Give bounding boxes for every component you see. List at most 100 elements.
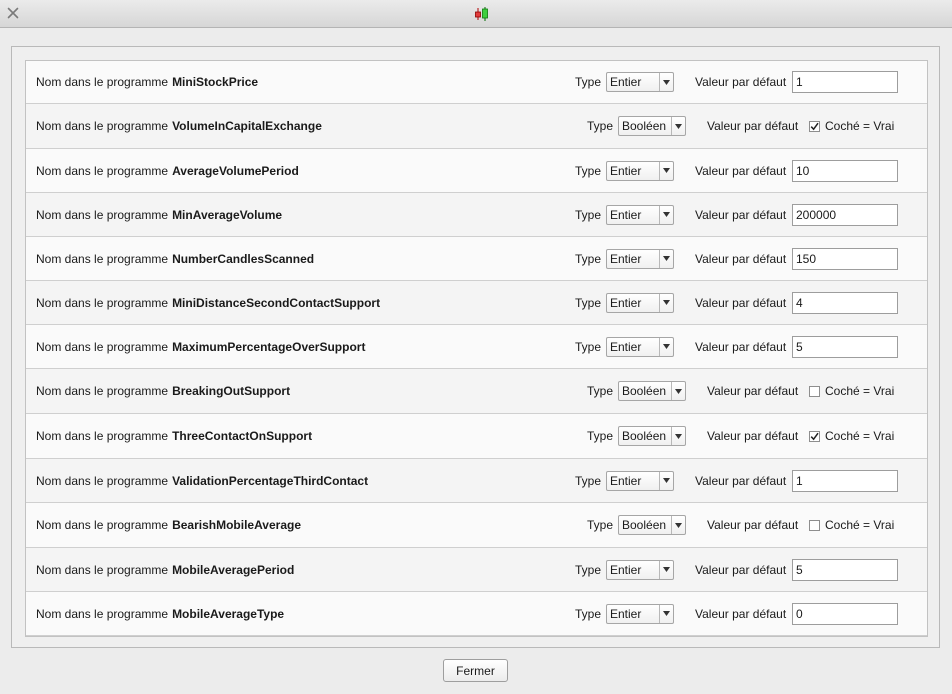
type-select-value: Entier — [610, 339, 642, 354]
type-label: Type — [575, 473, 602, 488]
name-prefix-label: Nom dans le programme — [36, 562, 169, 577]
chevron-down-icon[interactable] — [659, 161, 673, 180]
type-select[interactable]: Booléen — [618, 116, 686, 136]
type-select[interactable]: Entier — [606, 72, 674, 92]
type-label: Type — [587, 119, 614, 133]
parameter-name: Nom dans le programme AverageVolumePeriod — [36, 149, 299, 192]
type-select[interactable]: Entier — [606, 603, 674, 624]
default-value-checkbox-group: Coché = Vrai — [809, 104, 894, 148]
type-label: Type — [575, 606, 602, 621]
default-value-input[interactable] — [792, 335, 898, 358]
type-label: Type — [575, 251, 602, 266]
default-value-input[interactable] — [792, 159, 898, 182]
default-value-label: Valeur par défaut — [707, 518, 799, 532]
type-select[interactable]: Entier — [606, 248, 674, 269]
parameter-name: Nom dans le programme ThreeContactOnSuppo… — [36, 414, 312, 458]
checkmark-icon — [810, 122, 819, 130]
chevron-down-icon[interactable] — [659, 471, 673, 490]
candlestick-icon — [474, 6, 490, 22]
parameter-row: Nom dans le programme MiniStockPrice Type E… — [26, 61, 927, 104]
default-value-checkbox-group: Coché = Vrai — [809, 414, 894, 458]
variable-name: AverageVolumePeriod — [172, 163, 299, 178]
parameter-row: Nom dans le programme MaximumPercentageOv… — [26, 325, 927, 369]
type-select-value: Entier — [610, 207, 642, 222]
type-select[interactable]: Booléen — [618, 515, 686, 535]
parameter-row: Nom dans le programme VolumeInCapitalExch… — [26, 104, 927, 149]
type-select[interactable]: Entier — [606, 470, 674, 491]
name-prefix-label: Nom dans le programme — [36, 163, 169, 178]
chevron-down-icon[interactable] — [659, 293, 673, 312]
type-select-value: Entier — [610, 473, 642, 488]
type-select-value: Entier — [610, 163, 642, 178]
default-value-label: Valeur par défaut — [695, 562, 787, 577]
variable-name: MiniStockPrice — [172, 75, 259, 89]
default-value-checkbox[interactable] — [809, 385, 820, 397]
variable-name: MiniDistanceSecondContactSupport — [172, 295, 381, 310]
chevron-down-icon[interactable] — [671, 427, 685, 445]
default-value-checkbox-group: Coché = Vrai — [809, 369, 894, 413]
default-value-label: Valeur par défaut — [695, 473, 787, 488]
variable-name: BreakingOutSupport — [172, 384, 291, 398]
default-value-input[interactable] — [792, 203, 898, 226]
type-select-value: Entier — [610, 295, 642, 310]
variable-name: MobileAveragePeriod — [172, 562, 295, 577]
name-prefix-label: Nom dans le programme — [36, 119, 169, 133]
type-select-value: Entier — [610, 606, 642, 621]
close-button[interactable]: Fermer — [443, 659, 508, 682]
chevron-down-icon[interactable] — [659, 73, 673, 91]
type-select-value: Booléen — [622, 119, 667, 133]
type-select-value: Entier — [610, 562, 642, 577]
type-label: Type — [587, 518, 614, 532]
default-value-input[interactable] — [792, 602, 898, 625]
chevron-down-icon[interactable] — [659, 337, 673, 356]
type-select[interactable]: Booléen — [618, 381, 686, 401]
variable-name: VolumeInCapitalExchange — [172, 119, 322, 133]
type-select[interactable]: Entier — [606, 204, 674, 225]
chevron-down-icon[interactable] — [659, 249, 673, 268]
name-prefix-label: Nom dans le programme — [36, 339, 169, 354]
type-label: Type — [575, 163, 602, 178]
default-value-checkbox[interactable] — [809, 120, 820, 132]
type-label: Type — [575, 207, 602, 222]
default-value-checkbox[interactable] — [809, 519, 820, 531]
chevron-down-icon[interactable] — [671, 117, 685, 135]
variable-name: MobileAverageType — [172, 606, 285, 621]
type-label: Type — [575, 75, 602, 89]
parameter-row: Nom dans le programme NumberCandlesScanne… — [26, 237, 927, 281]
chevron-down-icon[interactable] — [671, 516, 685, 534]
parameter-name: Nom dans le programme MiniStockPrice — [36, 61, 258, 103]
parameter-name: Nom dans le programme NumberCandlesScanne… — [36, 237, 314, 280]
parameter-row: Nom dans le programme MobileAveragePeriod… — [26, 548, 927, 592]
parameter-name: Nom dans le programme BearishMobileAverag… — [36, 503, 301, 547]
name-prefix-label: Nom dans le programme — [36, 518, 169, 532]
default-value-input[interactable] — [792, 247, 898, 270]
type-select-value: Entier — [610, 251, 642, 266]
title-bar — [0, 0, 952, 28]
chevron-down-icon[interactable] — [659, 604, 673, 623]
type-select[interactable]: Entier — [606, 559, 674, 580]
default-value-label: Valeur par défaut — [695, 163, 787, 178]
variable-name: ThreeContactOnSupport — [172, 429, 313, 443]
default-value-checkbox[interactable] — [809, 430, 820, 442]
type-select-value: Booléen — [622, 429, 667, 443]
type-select[interactable]: Booléen — [618, 426, 686, 446]
chevron-down-icon[interactable] — [659, 205, 673, 224]
parameter-name: Nom dans le programme BreakingOutSupport — [36, 369, 290, 413]
name-prefix-label: Nom dans le programme — [36, 606, 169, 621]
type-select-value: Booléen — [622, 518, 667, 532]
type-select[interactable]: Entier — [606, 336, 674, 357]
type-select[interactable]: Entier — [606, 160, 674, 181]
default-value-input[interactable] — [792, 469, 898, 492]
default-value-label: Valeur par défaut — [695, 207, 787, 222]
chevron-down-icon[interactable] — [671, 382, 685, 400]
default-value-input[interactable] — [792, 558, 898, 581]
type-select-value: Entier — [610, 75, 642, 89]
default-value-input[interactable] — [792, 291, 898, 314]
parameters-list[interactable]: Nom dans le programme MiniStockPrice Type E… — [25, 60, 928, 637]
close-icon[interactable] — [6, 6, 20, 20]
chevron-down-icon[interactable] — [659, 560, 673, 579]
default-value-input[interactable] — [792, 71, 898, 93]
type-select[interactable]: Entier — [606, 292, 674, 313]
parameter-row: Nom dans le programme MobileAverageType Ty… — [26, 592, 927, 636]
default-value-label: Valeur par défaut — [695, 295, 787, 310]
